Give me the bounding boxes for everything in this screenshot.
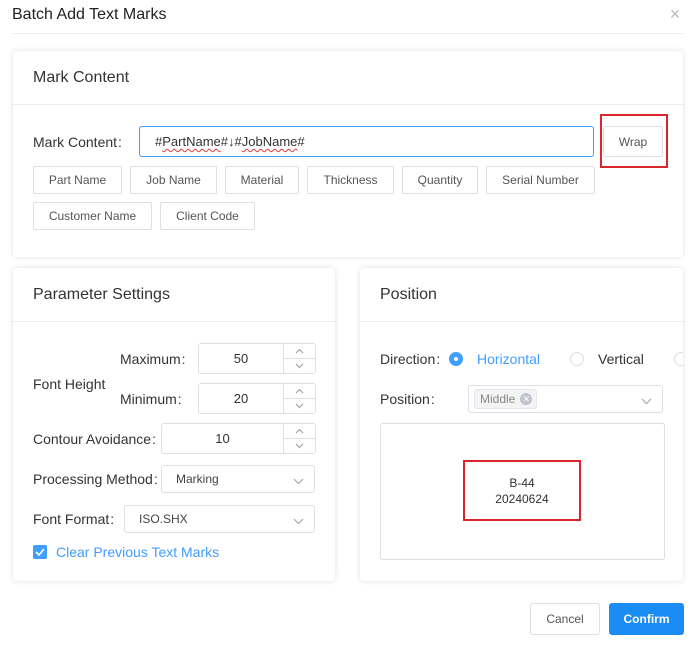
position-tag-label: Middle xyxy=(480,392,516,406)
confirm-button[interactable]: Confirm xyxy=(609,603,684,635)
maximum-label-text: Maximum xyxy=(120,351,181,367)
chip-part-name[interactable]: Part Name xyxy=(33,166,122,194)
title-divider xyxy=(12,33,684,34)
processing-method-value: Marking xyxy=(176,472,219,486)
font-format-label-text: Font Format xyxy=(33,511,110,527)
contour-avoidance-value: 10 xyxy=(215,431,230,446)
checkmark-icon xyxy=(35,548,45,556)
input-part-5: # xyxy=(297,134,305,149)
input-part-3: #↓# xyxy=(220,134,242,149)
chevron-up-icon[interactable] xyxy=(284,424,315,439)
chip-customer-name[interactable]: Customer Name xyxy=(33,202,152,230)
maximum-stepper[interactable]: 50 xyxy=(198,343,316,374)
horizontal-label[interactable]: Horizontal xyxy=(477,351,540,367)
parameter-settings-heading: Parameter Settings xyxy=(13,268,335,322)
minimum-stepper[interactable]: 20 xyxy=(198,383,316,414)
contour-avoidance-label: Contour Avoidance: xyxy=(33,431,156,447)
vertical-label[interactable]: Vertical xyxy=(598,351,644,367)
close-icon[interactable]: × xyxy=(667,4,683,25)
input-part-4: JobName xyxy=(241,134,298,149)
chevron-up-icon[interactable] xyxy=(284,344,315,359)
font-height-label: Font Height xyxy=(33,376,106,392)
chip-quantity[interactable]: Quantity xyxy=(402,166,478,194)
maximum-label: Maximum: xyxy=(120,351,186,367)
position-label: Position: xyxy=(380,391,435,407)
mark-content-heading: Mark Content xyxy=(13,51,683,105)
wrap-highlight-box xyxy=(600,114,668,168)
chevron-down-icon[interactable] xyxy=(284,358,315,373)
direction-label-text: Direction xyxy=(380,351,436,367)
contour-stepper-arrows xyxy=(283,424,315,453)
minimum-stepper-arrows xyxy=(283,384,315,413)
horizontal-radio[interactable] xyxy=(449,352,463,366)
position-select[interactable]: Middle ✕ xyxy=(468,385,663,413)
minimum-value: 20 xyxy=(233,391,249,406)
position-tag: Middle ✕ xyxy=(474,389,538,409)
cancel-button[interactable]: Cancel xyxy=(530,603,600,635)
chevron-down-icon xyxy=(641,394,652,408)
dialog-title: Batch Add Text Marks xyxy=(12,6,167,23)
minimum-label-text: Minimum xyxy=(120,391,177,407)
contour-avoidance-label-text: Contour Avoidance xyxy=(33,431,152,447)
position-heading: Position xyxy=(360,268,683,322)
chevron-down-icon xyxy=(293,514,304,528)
chevron-up-icon[interactable] xyxy=(284,384,315,399)
mark-content-label-text: Mark Content xyxy=(33,134,118,150)
position-label-text: Position xyxy=(380,391,430,407)
input-part-2: PartName xyxy=(162,134,221,149)
font-format-label: Font Format: xyxy=(33,511,115,527)
third-radio-clipped[interactable] xyxy=(674,352,683,366)
input-part-1: # xyxy=(155,134,163,149)
contour-avoidance-stepper[interactable]: 10 xyxy=(161,423,316,454)
chevron-down-icon xyxy=(293,474,304,488)
clear-marks-checkbox[interactable] xyxy=(33,545,47,559)
preview-highlight-box xyxy=(463,460,581,521)
tag-close-icon[interactable]: ✕ xyxy=(520,393,533,405)
minimum-label: Minimum: xyxy=(120,391,182,407)
processing-method-label-text: Processing Method xyxy=(33,471,153,487)
font-format-value: ISO.SHX xyxy=(139,512,188,526)
chip-material[interactable]: Material xyxy=(225,166,299,194)
direction-label: Direction: xyxy=(380,351,441,367)
maximum-value: 50 xyxy=(233,351,249,366)
chevron-down-icon[interactable] xyxy=(284,438,315,453)
chip-thickness[interactable]: Thickness xyxy=(307,166,394,194)
chip-client-code[interactable]: Client Code xyxy=(160,202,255,230)
maximum-stepper-arrows xyxy=(283,344,315,373)
vertical-radio[interactable] xyxy=(570,352,584,366)
processing-method-select[interactable]: Marking xyxy=(161,465,315,493)
mark-content-input[interactable]: # PartName #↓# JobName # xyxy=(139,126,594,157)
chip-job-name[interactable]: Job Name xyxy=(130,166,217,194)
chip-serial-number[interactable]: Serial Number xyxy=(486,166,595,194)
clear-marks-label[interactable]: Clear Previous Text Marks xyxy=(56,544,219,560)
chevron-down-icon[interactable] xyxy=(284,398,315,413)
processing-method-label: Processing Method: xyxy=(33,471,158,487)
mark-content-label: Mark Content: xyxy=(33,134,122,150)
font-format-select[interactable]: ISO.SHX xyxy=(124,505,315,533)
